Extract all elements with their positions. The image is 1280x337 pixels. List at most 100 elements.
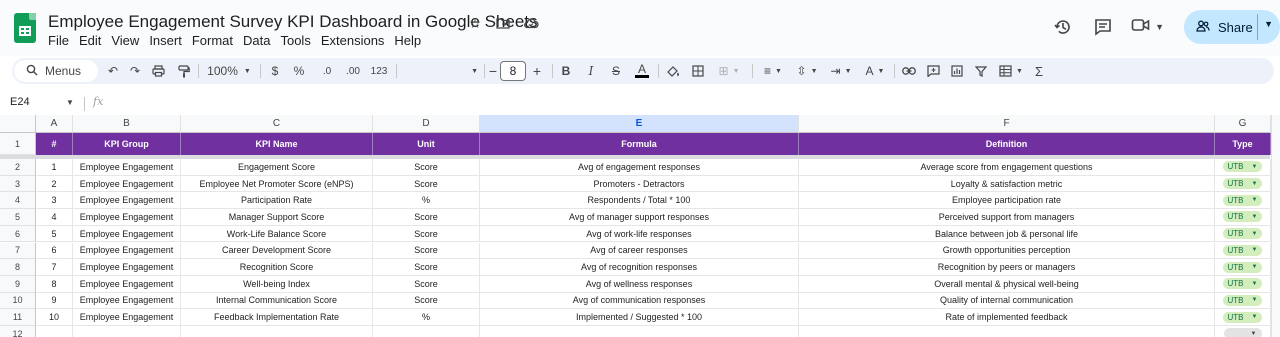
cell-number[interactable]: 5: [36, 225, 73, 243]
menu-insert[interactable]: Insert: [144, 33, 187, 48]
text-wrapping-icon[interactable]: ⇥ ▼: [826, 62, 856, 80]
cell-kpi-group[interactable]: Employee Engagement: [73, 159, 181, 176]
cell-definition[interactable]: Recognition by peers or managers: [799, 259, 1215, 276]
cell-kpi-group[interactable]: Employee Engagement: [73, 309, 181, 326]
cell-unit[interactable]: %: [373, 192, 480, 210]
currency-format-button[interactable]: $: [268, 62, 282, 80]
cell-definition[interactable]: Overall mental & physical well-being: [799, 275, 1215, 293]
row-header[interactable]: 11: [0, 309, 36, 326]
font-size-input[interactable]: 8: [500, 61, 526, 81]
paint-format-icon[interactable]: [175, 62, 193, 80]
cloud-status-icon[interactable]: [522, 14, 540, 32]
cell-kpi-name[interactable]: Engagement Score: [181, 159, 373, 176]
cell-number[interactable]: 3: [36, 192, 73, 210]
cell-kpi-name[interactable]: Participation Rate: [181, 192, 373, 210]
column-header-e[interactable]: E: [480, 115, 799, 133]
select-all-corner[interactable]: [0, 115, 36, 133]
row-header[interactable]: 2: [0, 159, 36, 176]
share-dropdown-icon[interactable]: ▼: [1264, 19, 1273, 29]
row-header[interactable]: 7: [0, 242, 36, 260]
header-cell-kpi-name[interactable]: KPI Name: [181, 133, 373, 155]
star-icon[interactable]: ☆: [466, 14, 484, 32]
cell-formula[interactable]: [480, 326, 799, 337]
insert-comment-icon[interactable]: [924, 62, 942, 80]
cell-kpi-name[interactable]: Manager Support Score: [181, 209, 373, 226]
undo-icon[interactable]: ↶: [104, 62, 122, 80]
row-header[interactable]: 4: [0, 192, 36, 210]
cell-definition[interactable]: Loyalty & satisfaction metric: [799, 175, 1215, 193]
type-dropdown-chip[interactable]: UTB ▼: [1222, 311, 1263, 323]
type-dropdown-chip[interactable]: UTB ▼: [1222, 178, 1263, 190]
merge-cells-icon[interactable]: ⊞ ▼: [714, 62, 744, 80]
cell-formula[interactable]: Promoters - Detractors: [480, 175, 799, 193]
meet-button[interactable]: ▼: [1131, 17, 1164, 38]
cell-kpi-group[interactable]: Employee Engagement: [73, 209, 181, 226]
cell-type[interactable]: UTB ▼: [1215, 292, 1271, 310]
cell-unit[interactable]: Score: [373, 275, 480, 293]
decrease-font-size-button[interactable]: −: [488, 62, 498, 80]
cell-kpi-group[interactable]: Employee Engagement: [73, 275, 181, 293]
cell-definition[interactable]: Rate of implemented feedback: [799, 309, 1215, 326]
cell-definition[interactable]: Average score from engagement questions: [799, 159, 1215, 176]
column-header-c[interactable]: C: [181, 115, 373, 133]
header-cell-kpi-group[interactable]: KPI Group: [73, 133, 181, 155]
cell-definition[interactable]: Balance between job & personal life: [799, 225, 1215, 243]
cell-kpi-name[interactable]: [181, 326, 373, 337]
strikethrough-button[interactable]: S: [609, 62, 623, 80]
cell-type[interactable]: UTB ▼: [1215, 225, 1271, 243]
cell-unit[interactable]: Score: [373, 292, 480, 310]
cell-kpi-group[interactable]: Employee Engagement: [73, 259, 181, 276]
filter-views-icon[interactable]: ▼: [996, 62, 1026, 80]
column-header-f[interactable]: F: [799, 115, 1215, 133]
cell-kpi-group[interactable]: Employee Engagement: [73, 225, 181, 243]
cell-type[interactable]: UTB ▼: [1215, 259, 1271, 276]
row-header[interactable]: 3: [0, 175, 36, 193]
cell-kpi-name[interactable]: Work-Life Balance Score: [181, 225, 373, 243]
cell-number[interactable]: 1: [36, 159, 73, 176]
menu-extensions[interactable]: Extensions: [316, 33, 390, 48]
cell-unit[interactable]: Score: [373, 175, 480, 193]
cell-definition[interactable]: Perceived support from managers: [799, 209, 1215, 226]
cell-kpi-group[interactable]: Employee Engagement: [73, 292, 181, 310]
menu-help[interactable]: Help: [389, 33, 426, 48]
type-dropdown-chip[interactable]: UTB ▼: [1222, 228, 1263, 240]
menu-view[interactable]: View: [106, 33, 144, 48]
cell-formula[interactable]: Avg of work-life responses: [480, 225, 799, 243]
functions-icon[interactable]: Σ: [1030, 62, 1048, 80]
fill-color-icon[interactable]: [664, 62, 680, 80]
cell-formula[interactable]: Avg of manager support responses: [480, 209, 799, 226]
redo-icon[interactable]: ↷: [126, 62, 144, 80]
horizontal-align-icon[interactable]: ≡ ▼: [758, 62, 788, 80]
zoom-select[interactable]: 100% ▼: [204, 62, 254, 80]
cell-type[interactable]: UTB ▼: [1215, 242, 1271, 260]
column-header-a[interactable]: A: [36, 115, 73, 133]
header-cell-number[interactable]: #: [36, 133, 73, 155]
cell-unit[interactable]: %: [373, 309, 480, 326]
cell-kpi-name[interactable]: Well-being Index: [181, 275, 373, 293]
row-header[interactable]: 8: [0, 259, 36, 276]
cell-type[interactable]: UTB ▼: [1215, 175, 1271, 193]
header-cell-formula[interactable]: Formula: [480, 133, 799, 155]
row-header[interactable]: 12: [0, 326, 36, 337]
cell-kpi-name[interactable]: Internal Communication Score: [181, 292, 373, 310]
italic-button[interactable]: I: [584, 62, 598, 80]
cell-formula[interactable]: Respondents / Total * 100: [480, 192, 799, 210]
decrease-decimal-button[interactable]: .0: [316, 62, 338, 80]
cell-definition[interactable]: [799, 326, 1215, 337]
chevron-down-icon[interactable]: ▼: [66, 98, 74, 107]
header-cell-definition[interactable]: Definition: [799, 133, 1215, 155]
cell-formula[interactable]: Avg of career responses: [480, 242, 799, 260]
comments-icon[interactable]: [1091, 15, 1115, 39]
text-color-button[interactable]: A: [634, 62, 650, 80]
type-dropdown-chip[interactable]: UTB ▼: [1222, 161, 1263, 173]
cell-kpi-group[interactable]: [73, 326, 181, 337]
cell-kpi-name[interactable]: Career Development Score: [181, 242, 373, 260]
share-button[interactable]: Share ▼: [1184, 10, 1280, 44]
cell-kpi-group[interactable]: Employee Engagement: [73, 175, 181, 193]
type-dropdown-chip[interactable]: UTB ▼: [1222, 278, 1263, 290]
cell-definition[interactable]: Growth opportunities perception: [799, 242, 1215, 260]
number-format-button[interactable]: 123: [368, 62, 390, 80]
font-family-select[interactable]: ▼: [404, 62, 478, 80]
cell-type[interactable]: ▼: [1215, 326, 1271, 337]
move-folder-icon[interactable]: [494, 14, 512, 32]
